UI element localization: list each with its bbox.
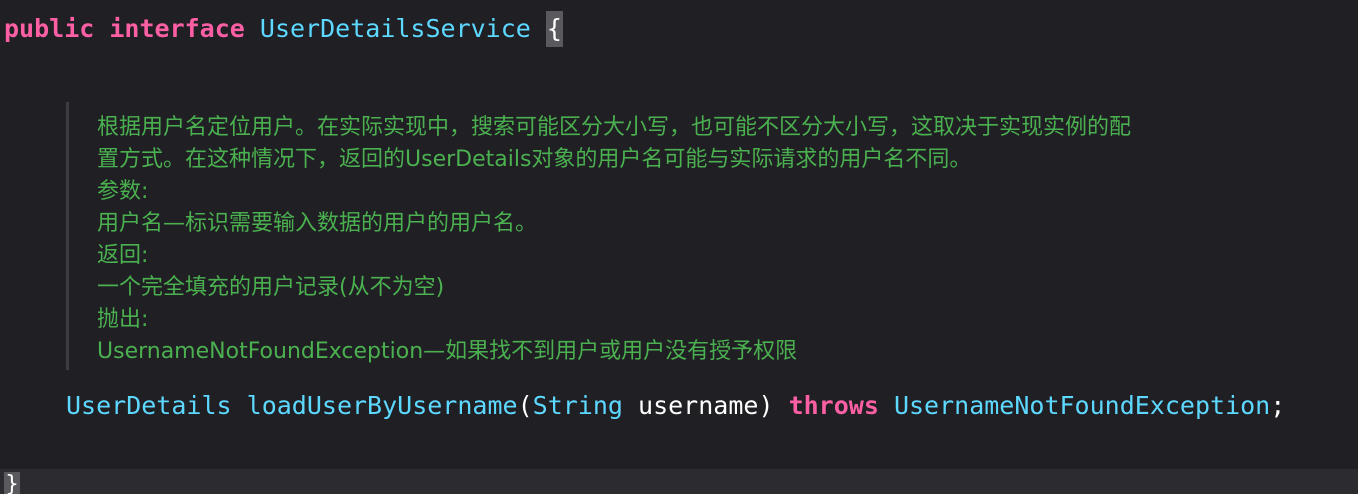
doc-returns-description: 一个完全填充的用户记录(从不为空) [97,275,445,300]
doc-throws-heading: 抛出: [97,307,149,332]
doc-returns-heading: 返回: [97,243,149,268]
open-paren: ( [517,391,533,420]
exception-type: UsernameNotFoundException [893,391,1271,420]
interface-declaration-line: public interface UserDetailsService { [4,11,563,47]
rendered-doc-comment: 根据用户名定位用户。在实际实现中，搜索可能区分大小写，也可能不区分大小写，这取决… [66,102,1319,370]
doc-param-username: 用户名—标识需要输入数据的用户的用户名。 [97,211,538,236]
method-declaration-line: UserDetails loadUserByUsername(String us… [66,388,1285,424]
keyword-public: public [4,14,95,43]
method-name: loadUserByUsername [246,391,518,420]
param-name: username [638,391,759,420]
doc-description-line-1: 根据用户名定位用户。在实际实现中，搜索可能区分大小写，也可能不区分大小写，这取决… [97,115,1132,140]
close-paren: ) [758,391,774,420]
keyword-throws: throws [788,391,879,420]
semicolon: ; [1270,391,1286,420]
closing-brace-matched: } [4,472,20,494]
current-line-highlight [0,469,1358,494]
doc-throws-description: UsernameNotFoundException—如果找不到用户或用户没有授予… [97,339,798,364]
param-type: String [532,391,623,420]
open-brace-matched: { [545,11,563,47]
doc-params-heading: 参数: [97,179,149,204]
keyword-interface: interface [109,14,245,43]
code-editor[interactable]: public interface UserDetailsService { 根据… [0,0,1358,494]
return-type: UserDetails [66,391,232,420]
interface-name: UserDetailsService [259,14,531,43]
doc-description-line-2: 置方式。在这种情况下，返回的UserDetails对象的用户名可能与实际请求的用… [97,147,972,172]
